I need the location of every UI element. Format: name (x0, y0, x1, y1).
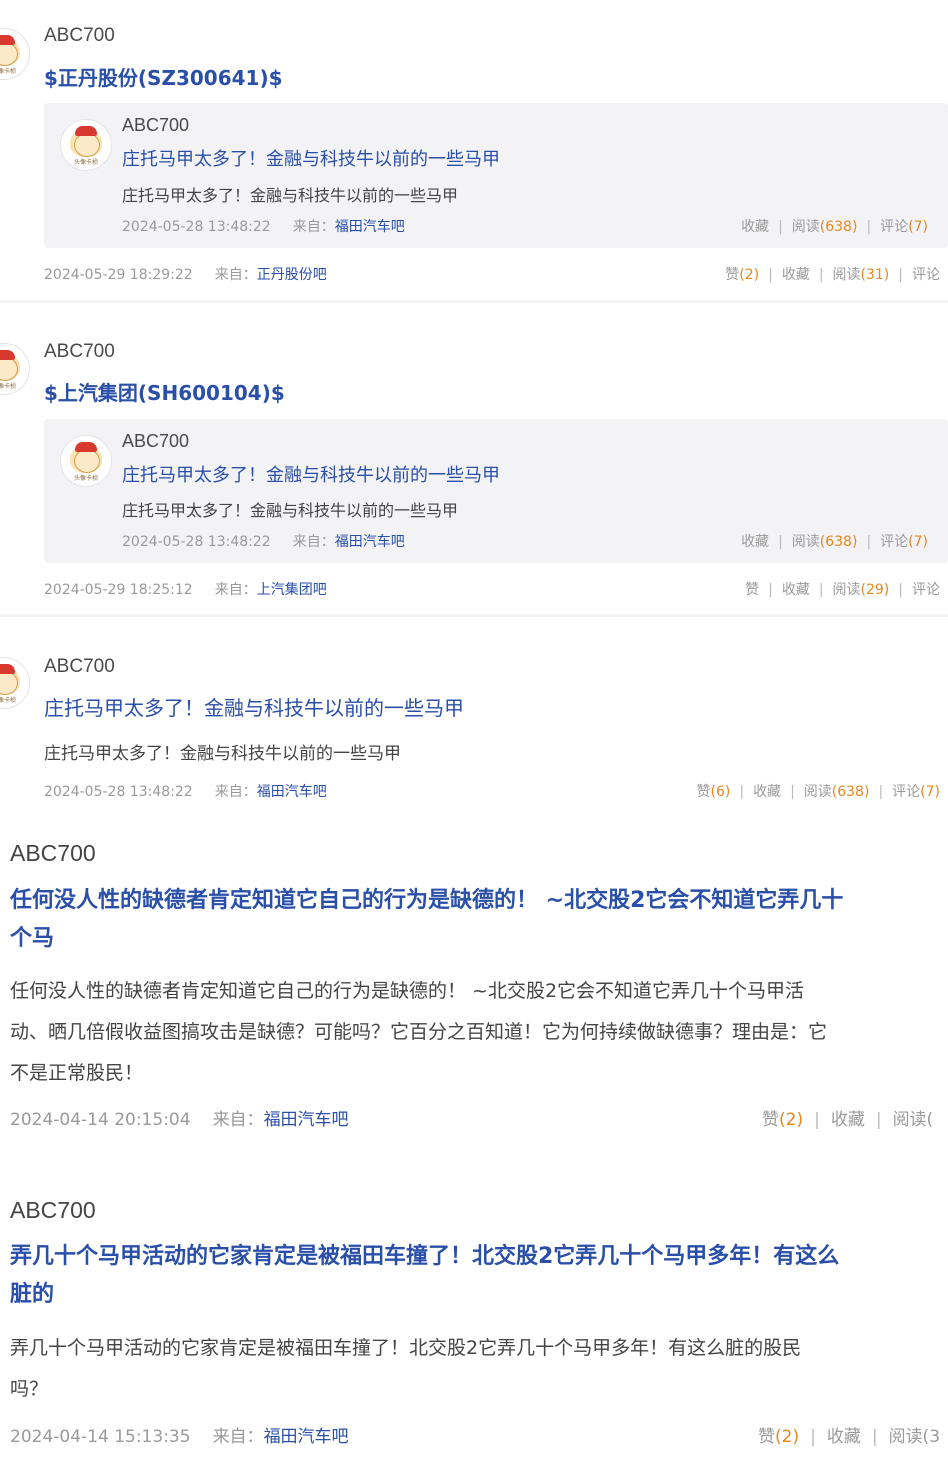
post-meta: 2024-04-14 20:15:04 来自：福田汽车吧 (10, 1110, 349, 1130)
post-body-line: 弄几十个马甲活动的它家肯定是被福田车撞了！北交股2它弄几十个马甲多年！有这么脏的… (10, 1337, 802, 1359)
comment-button[interactable]: 评论(7) (880, 534, 928, 550)
fav-button[interactable]: 收藏 (741, 219, 769, 235)
username[interactable]: ABC700 (10, 1197, 96, 1224)
post-stats: 赞(2) | 收藏 | 阅读( (762, 1110, 934, 1130)
avatar[interactable]: 头像卡桢 (0, 28, 30, 80)
fav-button[interactable]: 收藏 (782, 267, 810, 283)
fav-button[interactable]: 收藏 (741, 534, 769, 550)
quoted-username[interactable]: ABC700 (122, 431, 189, 452)
fav-button[interactable]: 收藏 (782, 582, 810, 598)
post-body-line: 吗？ (10, 1378, 49, 1400)
post-time: 2024-05-29 18:29:22 (44, 267, 193, 283)
quoted-stats: 收藏 | 阅读(638) | 评论(7) (741, 534, 928, 550)
post-body-line: 不是正常股民！ (10, 1062, 144, 1084)
read-count: 阅读(3 (888, 1427, 941, 1447)
post-body-line: 动、晒几倍假收益图搞攻击是缺德？可能吗？它百分之百知道！它为何持续做缺德事？理由… (10, 1021, 828, 1043)
username[interactable]: ABC700 (44, 25, 115, 47)
divider (0, 614, 948, 617)
read-count: 阅读(29) (832, 582, 890, 598)
post-meta: 2024-05-29 18:25:12 来自：上汽集团吧 (44, 582, 327, 598)
stock-link[interactable]: $正丹股份(SZ300641)$ (44, 62, 283, 91)
read-count: 阅读(638) (791, 219, 858, 235)
username[interactable]: ABC700 (44, 341, 115, 363)
read-count: 阅读(31) (832, 267, 890, 283)
post-title[interactable]: 庄托马甲太多了！金融与科技牛以前的一些马甲 (44, 692, 464, 721)
post-meta: 2024-05-28 13:48:22 来自：福田汽车吧 (44, 784, 327, 800)
post-time: 2024-04-14 20:15:04 (10, 1110, 191, 1130)
post-meta: 2024-05-29 18:29:22 来自：正丹股份吧 (44, 267, 327, 283)
post-title-line[interactable]: 任何没人性的缺德者肯定知道它自己的行为是缺德的！ ~北交股2它会不知道它弄几十 (10, 882, 843, 914)
quoted-body: 庄托马甲太多了！金融与科技牛以前的一些马甲 (122, 501, 459, 520)
comment-button[interactable]: 评论 (912, 582, 940, 598)
avatar[interactable]: 头像卡桢 (60, 435, 112, 487)
quoted-title[interactable]: 庄托马甲太多了！金融与科技牛以前的一些马甲 (122, 461, 500, 487)
post-time: 2024-05-29 18:25:12 (44, 582, 193, 598)
fav-button[interactable]: 收藏 (831, 1110, 865, 1130)
quoted-stats: 收藏 | 阅读(638) | 评论(7) (741, 219, 928, 235)
quoted-body: 庄托马甲太多了！金融与科技牛以前的一些马甲 (122, 186, 459, 205)
quoted-title[interactable]: 庄托马甲太多了！金融与科技牛以前的一些马甲 (122, 145, 500, 171)
quoted-post[interactable]: 头像卡桢 ABC700 庄托马甲太多了！金融与科技牛以前的一些马甲 庄托马甲太多… (44, 103, 948, 248)
post-stats: 赞(2) | 收藏 | 阅读(31) | 评论 (725, 267, 940, 283)
source-link[interactable]: 福田汽车吧 (335, 534, 405, 550)
post-stats: 赞(6) | 收藏 | 阅读(638) | 评论(7) (696, 784, 941, 800)
source-link[interactable]: 福田汽车吧 (335, 219, 405, 235)
post-title-line[interactable]: 个马 (10, 920, 54, 952)
like-button[interactable]: 赞(2) (762, 1110, 803, 1130)
post-stats: 赞 | 收藏 | 阅读(29) | 评论 (745, 582, 940, 598)
avatar[interactable]: 头像卡桢 (0, 343, 30, 395)
quoted-meta: 2024-05-28 13:48:22 来自：福田汽车吧 (122, 219, 405, 235)
post-time: 2024-05-28 13:48:22 (122, 534, 271, 550)
comment-button[interactable]: 评论 (912, 267, 940, 283)
post-time: 2024-05-28 13:48:22 (122, 219, 271, 235)
read-count: 阅读( (892, 1110, 934, 1130)
fav-button[interactable]: 收藏 (827, 1427, 861, 1447)
divider (0, 300, 948, 303)
post-time: 2024-05-28 13:48:22 (44, 784, 193, 800)
source-link[interactable]: 正丹股份吧 (257, 267, 327, 283)
source-link[interactable]: 福田汽车吧 (257, 784, 327, 800)
post-time: 2024-04-14 15:13:35 (10, 1427, 191, 1447)
quoted-post[interactable]: 头像卡桢 ABC700 庄托马甲太多了！金融与科技牛以前的一些马甲 庄托马甲太多… (44, 419, 948, 563)
source-link[interactable]: 上汽集团吧 (257, 582, 327, 598)
post-stats: 赞(2) | 收藏 | 阅读(3 (758, 1427, 941, 1447)
source-link[interactable]: 福田汽车吧 (264, 1427, 349, 1447)
username[interactable]: ABC700 (10, 840, 96, 867)
read-count: 阅读(638) (803, 784, 870, 800)
like-button[interactable]: 赞(2) (758, 1427, 799, 1447)
post-meta: 2024-04-14 15:13:35 来自：福田汽车吧 (10, 1427, 349, 1447)
comment-button[interactable]: 评论(7) (880, 219, 928, 235)
quoted-meta: 2024-05-28 13:48:22 来自：福田汽车吧 (122, 534, 405, 550)
read-count: 阅读(638) (791, 534, 858, 550)
avatar[interactable]: 头像卡桢 (0, 657, 30, 709)
avatar[interactable]: 头像卡桢 (60, 119, 112, 171)
username[interactable]: ABC700 (44, 656, 115, 678)
source-link[interactable]: 福田汽车吧 (264, 1110, 349, 1130)
like-button[interactable]: 赞(2) (725, 267, 759, 283)
like-button[interactable]: 赞(6) (697, 784, 731, 800)
post-body-line: 任何没人性的缺德者肯定知道它自己的行为是缺德的！ ~北交股2它会不知道它弄几十个… (10, 980, 805, 1002)
stock-link[interactable]: $上汽集团(SH600104)$ (44, 377, 285, 406)
comment-button[interactable]: 评论(7) (892, 784, 940, 800)
quoted-username[interactable]: ABC700 (122, 115, 189, 136)
post-title-line[interactable]: 脏的 (10, 1276, 54, 1308)
post-body: 庄托马甲太多了！金融与科技牛以前的一些马甲 (44, 744, 401, 764)
post-title-line[interactable]: 弄几十个马甲活动的它家肯定是被福田车撞了！北交股2它弄几十个马甲多年！有这么 (10, 1238, 839, 1270)
fav-button[interactable]: 收藏 (753, 784, 781, 800)
like-button[interactable]: 赞 (745, 582, 759, 598)
